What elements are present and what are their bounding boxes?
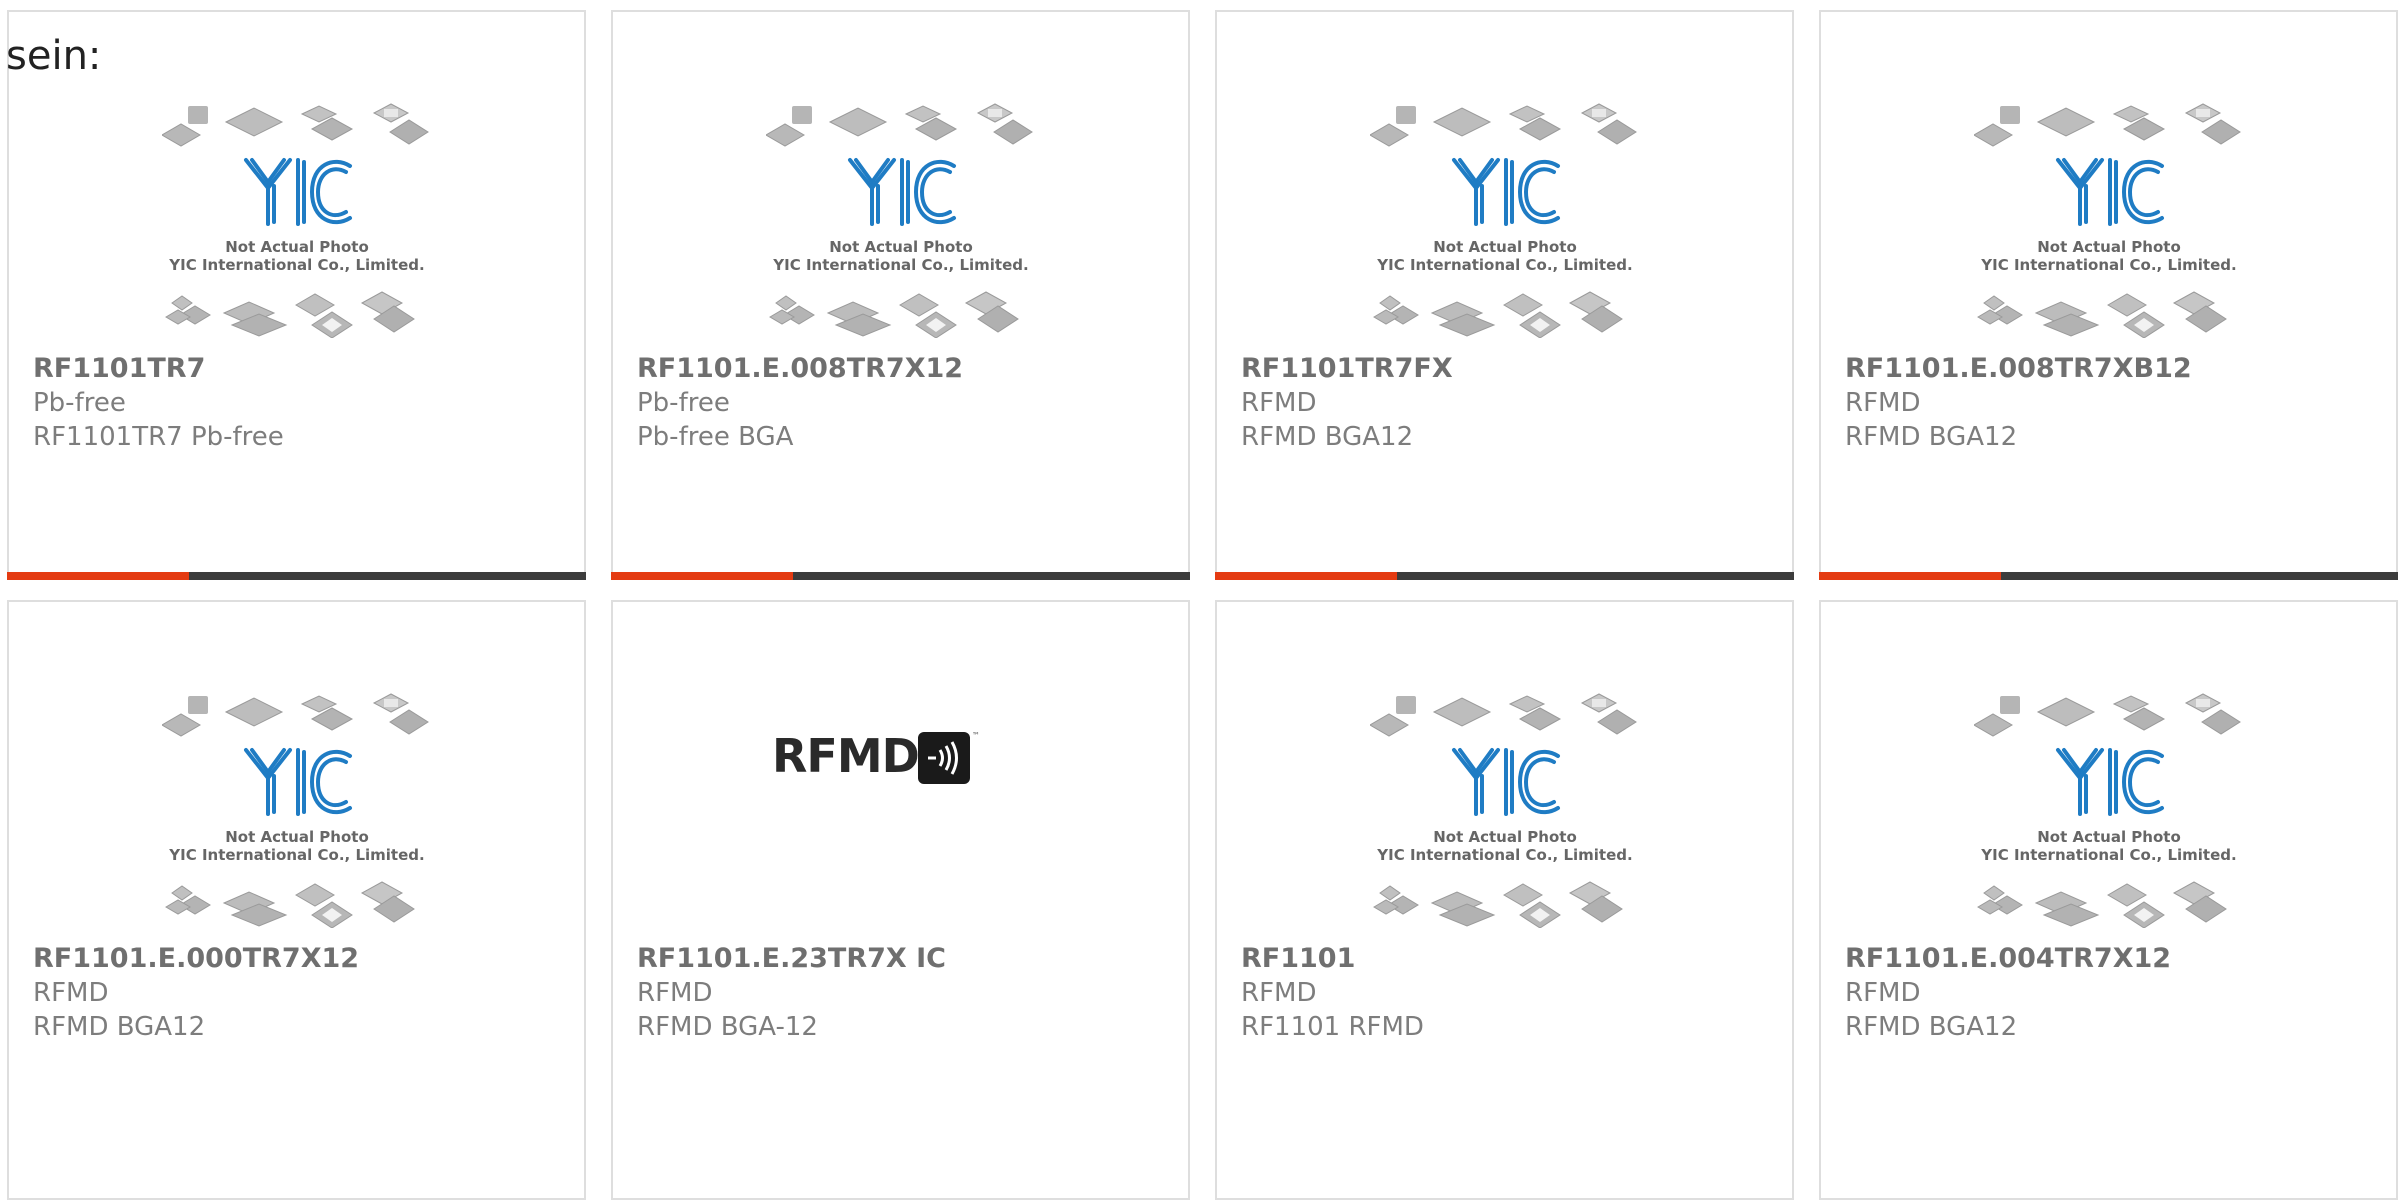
product-card[interactable]: RFMD ™ RF1101.E.23TR7X IC RFMD RFMD BGA-…: [611, 600, 1190, 1200]
svg-text:Not Actual Photo: Not Actual Photo: [829, 238, 973, 256]
svg-text:Not Actual Photo: Not Actual Photo: [225, 828, 369, 846]
description: RF1101 RFMD: [1241, 1012, 1424, 1042]
manufacturer: RFMD: [1845, 388, 1921, 418]
svg-text:YIC International Co., Limited: YIC International Co., Limited.: [1980, 256, 2236, 274]
manufacturer: RFMD: [33, 978, 109, 1008]
svg-text:YIC International Co., Limited: YIC International Co., Limited.: [168, 846, 424, 864]
product-image: RFMD ™: [613, 692, 1188, 942]
product-card[interactable]: Not Actual Photo YIC International Co., L…: [7, 10, 586, 580]
card-accent-bar: [1819, 572, 2398, 580]
product-image: Not Actual Photo YIC International Co., L…: [9, 692, 584, 942]
svg-text:Not Actual Photo: Not Actual Photo: [2037, 828, 2181, 846]
card-accent-bar: [611, 572, 1190, 580]
part-number[interactable]: RF1101.E.004TR7X12: [1845, 942, 2386, 976]
description: RFMD BGA12: [1241, 422, 1414, 452]
product-card[interactable]: Not Actual Photo YIC International Co., L…: [1819, 600, 2398, 1200]
svg-text:Not Actual Photo: Not Actual Photo: [225, 238, 369, 256]
product-image: Not Actual Photo YIC International Co., L…: [1217, 692, 1792, 942]
product-image: Not Actual Photo YIC International Co., L…: [1821, 102, 2396, 352]
product-image: Not Actual Photo YIC International Co., L…: [1821, 692, 2396, 942]
svg-text:Not Actual Photo: Not Actual Photo: [1433, 238, 1577, 256]
svg-text:RFMD: RFMD: [772, 729, 919, 783]
svg-text:YIC International Co., Limited: YIC International Co., Limited.: [1980, 846, 2236, 864]
manufacturer: Pb-free: [33, 388, 126, 418]
manufacturer: RFMD: [637, 978, 713, 1008]
description: RF1101TR7 Pb-free: [33, 422, 284, 452]
svg-text:Not Actual Photo: Not Actual Photo: [2037, 238, 2181, 256]
lead-text: sein:: [6, 33, 102, 79]
part-number[interactable]: RF1101: [1241, 942, 1782, 976]
product-image: Not Actual Photo YIC International Co., L…: [1217, 102, 1792, 352]
card-accent-bar: [1215, 572, 1794, 580]
description: RFMD BGA-12: [637, 1012, 818, 1042]
svg-text:YIC International Co., Limited: YIC International Co., Limited.: [168, 256, 424, 274]
part-number[interactable]: RF1101TR7FX: [1241, 352, 1782, 386]
svg-text:YIC International Co., Limited: YIC International Co., Limited.: [772, 256, 1028, 274]
manufacturer: RFMD: [1845, 978, 1921, 1008]
description: RFMD BGA12: [1845, 1012, 2018, 1042]
product-card[interactable]: Not Actual Photo YIC International Co., L…: [7, 600, 586, 1200]
product-card[interactable]: Not Actual Photo YIC International Co., L…: [611, 10, 1190, 580]
product-card[interactable]: Not Actual Photo YIC International Co., L…: [1215, 10, 1794, 580]
part-number[interactable]: RF1101.E.008TR7XB12: [1845, 352, 2386, 386]
product-image: Not Actual Photo YIC International Co., L…: [9, 102, 584, 352]
card-accent-bar: [7, 572, 586, 580]
part-number[interactable]: RF1101.E.000TR7X12: [33, 942, 574, 976]
svg-text:YIC International Co., Limited: YIC International Co., Limited.: [1376, 256, 1632, 274]
manufacturer: RFMD: [1241, 978, 1317, 1008]
description: RFMD BGA12: [33, 1012, 206, 1042]
product-image: Not Actual Photo YIC International Co., L…: [613, 102, 1188, 352]
product-card[interactable]: Not Actual Photo YIC International Co., L…: [1215, 600, 1794, 1200]
product-card[interactable]: Not Actual Photo YIC International Co., L…: [1819, 10, 2398, 580]
svg-text:YIC International Co., Limited: YIC International Co., Limited.: [1376, 846, 1632, 864]
manufacturer: RFMD: [1241, 388, 1317, 418]
svg-text:Not Actual Photo: Not Actual Photo: [1433, 828, 1577, 846]
description: RFMD BGA12: [1845, 422, 2018, 452]
svg-text:™: ™: [972, 731, 980, 740]
part-number[interactable]: RF1101.E.008TR7X12: [637, 352, 1178, 386]
description: Pb-free BGA: [637, 422, 794, 452]
part-number[interactable]: RF1101TR7: [33, 352, 574, 386]
part-number[interactable]: RF1101.E.23TR7X IC: [637, 942, 1178, 976]
manufacturer: Pb-free: [637, 388, 730, 418]
product-grid: Not Actual Photo YIC International Co., L…: [7, 10, 2400, 1200]
